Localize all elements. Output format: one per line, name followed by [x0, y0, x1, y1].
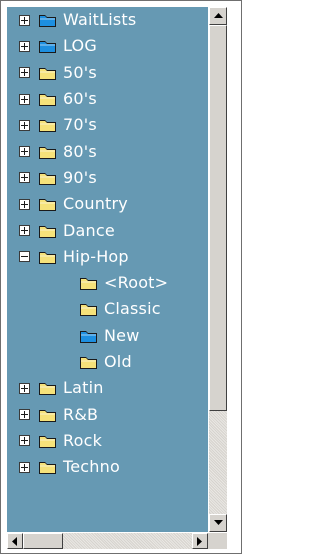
tree-item-label: 70's: [63, 115, 97, 135]
scroll-down-button[interactable]: [209, 514, 227, 532]
tree-item[interactable]: Techno: [7, 454, 208, 480]
expand-icon[interactable]: [19, 198, 30, 210]
horizontal-scrollbar[interactable]: [7, 533, 227, 549]
expand-icon[interactable]: [19, 14, 30, 26]
tree-item[interactable]: New: [7, 323, 208, 349]
expand-icon[interactable]: [19, 172, 30, 184]
arrow-right-icon: [197, 537, 202, 546]
folder-icon: [38, 380, 58, 396]
folder-icon: [79, 301, 99, 317]
folder-icon: [79, 354, 99, 370]
tree-item-label: 80's: [63, 141, 97, 161]
tree-item-label: Classic: [104, 299, 161, 319]
tree-item[interactable]: Latin: [7, 375, 208, 401]
expand-icon[interactable]: [19, 461, 30, 473]
tree-item-label: WaitLists: [63, 10, 137, 30]
tree-item-label: <Root>: [104, 273, 169, 293]
folder-icon: [38, 249, 58, 265]
tree-item-label: New: [104, 325, 140, 345]
folder-icon: [38, 91, 58, 107]
tree-item[interactable]: 50's: [7, 60, 208, 86]
vertical-scroll-thumb[interactable]: [209, 25, 227, 411]
folder-icon: [38, 170, 58, 186]
folder-blue-icon: [79, 328, 99, 344]
expand-icon[interactable]: [19, 67, 30, 79]
tree-item[interactable]: Classic: [7, 296, 208, 322]
arrow-left-icon: [12, 537, 17, 546]
expand-icon[interactable]: [19, 40, 30, 52]
tree-item-label: 50's: [63, 62, 97, 82]
tree-item-label: Country: [63, 194, 128, 214]
tree-item-label: Rock: [63, 430, 103, 450]
tree-item-label: Old: [104, 352, 132, 371]
folder-blue-icon: [38, 38, 58, 54]
tree-item[interactable]: 90's: [7, 165, 208, 191]
expand-icon[interactable]: [19, 409, 30, 421]
window-frame: WaitLists LOG 50's 60's 70's 80's 90's Country D…: [0, 0, 242, 554]
tree-item-label: Latin: [63, 378, 104, 398]
folder-tree[interactable]: WaitLists LOG 50's 60's 70's 80's 90's Country D…: [7, 7, 208, 532]
folder-blue-icon: [38, 12, 58, 28]
folder-icon: [38, 433, 58, 449]
tree-item-label: 60's: [63, 89, 97, 109]
vertical-scrollbar[interactable]: [209, 7, 227, 532]
folder-icon: [38, 196, 58, 212]
expand-icon[interactable]: [19, 382, 30, 394]
scroll-up-button[interactable]: [209, 7, 227, 25]
expand-icon[interactable]: [19, 93, 30, 105]
tree-item-label: LOG: [63, 36, 97, 56]
horizontal-scroll-thumb[interactable]: [23, 533, 63, 549]
tree-item[interactable]: <Root>: [7, 270, 208, 296]
horizontal-scroll-track[interactable]: [63, 533, 192, 549]
tree-item[interactable]: R&B: [7, 401, 208, 427]
folder-icon: [38, 459, 58, 475]
tree-item-label: Techno: [63, 457, 120, 477]
tree-item-label: Dance: [63, 220, 115, 240]
folder-icon: [38, 223, 58, 239]
tree-item[interactable]: WaitLists: [7, 7, 208, 33]
arrow-down-icon: [214, 520, 223, 525]
folder-icon: [38, 117, 58, 133]
arrow-up-icon: [214, 13, 223, 18]
tree-item[interactable]: Dance: [7, 217, 208, 243]
expand-icon[interactable]: [19, 435, 30, 447]
folder-icon: [38, 407, 58, 423]
scroll-left-button[interactable]: [7, 533, 23, 549]
tree-item-label: Hip-Hop: [63, 246, 129, 266]
folder-icon: [79, 275, 99, 291]
tree-item-label: R&B: [63, 404, 99, 424]
tree-item[interactable]: 60's: [7, 86, 208, 112]
expand-icon[interactable]: [19, 225, 30, 237]
scroll-right-button[interactable]: [192, 533, 208, 549]
tree-item[interactable]: Rock: [7, 428, 208, 454]
scrollbar-corner: [208, 533, 227, 549]
folder-icon: [38, 144, 58, 160]
expand-icon[interactable]: [19, 146, 30, 158]
tree-item[interactable]: Hip-Hop: [7, 244, 208, 270]
tree-item[interactable]: Country: [7, 191, 208, 217]
tree-item[interactable]: Old: [7, 349, 208, 375]
folder-icon: [38, 65, 58, 81]
tree-item[interactable]: 80's: [7, 138, 208, 164]
tree-item-label: 90's: [63, 167, 97, 187]
tree-item[interactable]: 70's: [7, 112, 208, 138]
vertical-scroll-track[interactable]: [209, 411, 227, 514]
tree-item[interactable]: LOG: [7, 33, 208, 59]
expand-icon[interactable]: [19, 119, 30, 131]
collapse-icon[interactable]: [19, 251, 30, 263]
